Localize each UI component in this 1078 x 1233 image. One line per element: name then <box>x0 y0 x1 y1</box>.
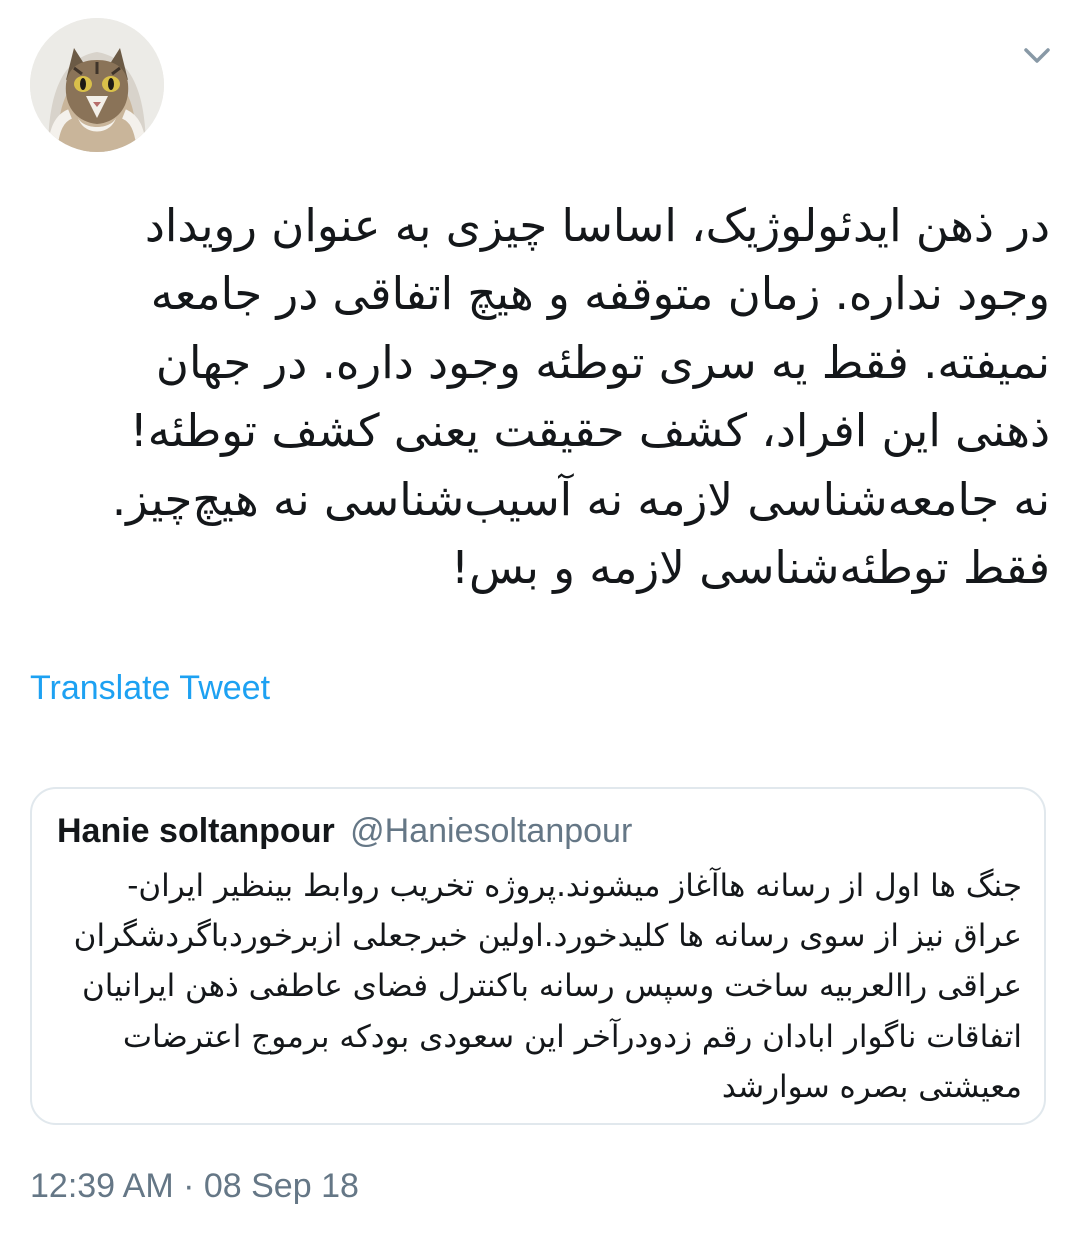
quoted-author-handle[interactable]: @Haniesoltanpour <box>350 812 632 850</box>
cat-avatar-image <box>30 18 164 152</box>
translate-tweet-link[interactable]: Translate Tweet <box>30 664 270 712</box>
tweet-text: در ذهن ایدئولوژیک، اساسا چیزی به عنوان ر… <box>111 199 1050 595</box>
chevron-down-icon[interactable] <box>1018 40 1056 70</box>
quoted-author-name[interactable]: Hanie soltanpour <box>57 812 335 850</box>
tweet-timestamp[interactable]: 12:39 AM · 08 Sep 18 <box>30 1163 359 1209</box>
quoted-tweet-card[interactable]: Hanie soltanpour @Haniesoltanpour جنگ ها… <box>30 787 1046 1125</box>
avatar[interactable] <box>30 18 164 152</box>
quoted-tweet-text: جنگ ها اول از رسانه هاآغاز میشوند.پروژه … <box>73 868 1022 1105</box>
quoted-tweet-header: Hanie soltanpour @Haniesoltanpour <box>57 809 632 853</box>
